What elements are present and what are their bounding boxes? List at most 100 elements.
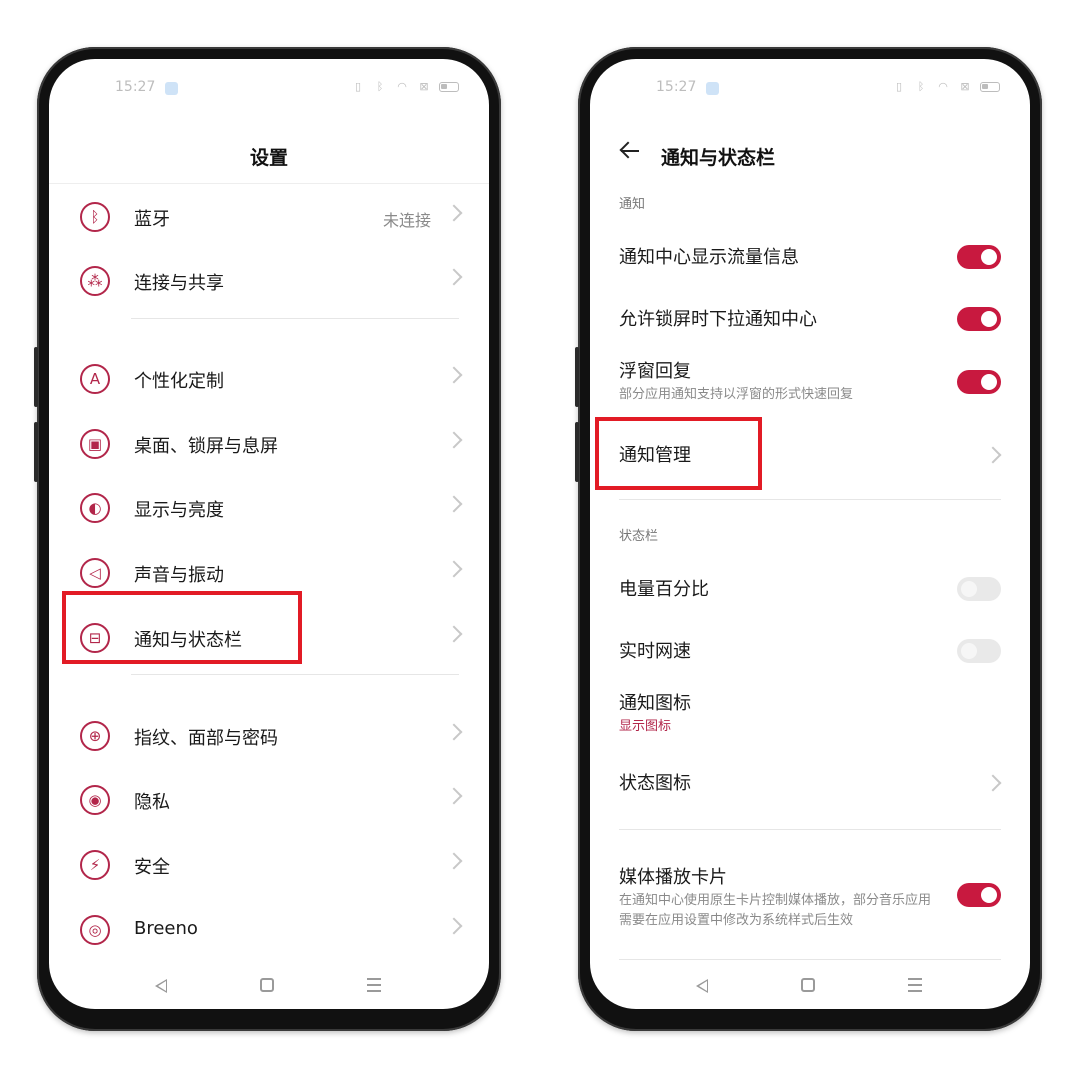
settings-item-label: 个性化定制 <box>134 371 224 392</box>
chevron-right-icon <box>984 446 1002 464</box>
highlight-box-notification-item <box>62 591 302 664</box>
setting-net-speed[interactable]: 实时网速 <box>590 625 1030 677</box>
settings-item-label: 安全 <box>134 857 170 878</box>
wifi-icon: ◠ <box>397 80 407 93</box>
group-divider <box>131 318 459 319</box>
page-title: 设置 <box>249 147 288 169</box>
navigation-bar <box>590 975 1030 999</box>
bluetooth-status-icon: ᛒ <box>376 80 384 93</box>
settings-item-wallpaper[interactable]: ▣ 桌面、锁屏与息屏 <box>49 419 489 471</box>
vibrate-icon: ▯ <box>895 80 903 93</box>
setting-label: 实时网速 <box>619 641 691 662</box>
net-speed-toggle[interactable] <box>957 639 1001 663</box>
nav-back-icon[interactable] <box>696 979 708 993</box>
shield-icon: ⚡ <box>80 850 110 880</box>
lock-icon: ⊕ <box>80 721 110 751</box>
setting-description: 在通知中心使用原生卡片控制媒体播放，部分音乐应用需要在应用设置中修改为系统样式后… <box>619 893 932 928</box>
chevron-right-icon <box>445 268 463 286</box>
chevron-right-icon <box>445 366 463 384</box>
personalize-icon: A <box>80 364 110 394</box>
setting-flow-info[interactable]: 通知中心显示流量信息 <box>590 231 1030 283</box>
volume-button <box>575 347 579 407</box>
chevron-right-icon <box>445 495 463 513</box>
setting-label: 通知中心显示流量信息 <box>619 247 799 268</box>
section-header-notify: 通知 <box>619 197 646 212</box>
chevron-right-icon <box>445 560 463 578</box>
status-bar: 15:27 ▯ ᛒ ◠ ⊠ <box>49 79 489 99</box>
chevron-right-icon <box>984 774 1002 792</box>
section-header-statusbar: 状态栏 <box>619 529 659 544</box>
settings-item-personalize[interactable]: A 个性化定制 <box>49 354 489 406</box>
bluetooth-status-icon: ᛒ <box>917 80 925 93</box>
setting-float-reply[interactable]: 浮窗回复 部分应用通知支持以浮窗的形式快速回复 <box>590 353 1030 417</box>
float-reply-toggle[interactable] <box>957 370 1001 394</box>
chevron-right-icon <box>445 204 463 222</box>
lockscreen-pull-toggle[interactable] <box>957 307 1001 331</box>
nav-home-icon[interactable] <box>260 978 274 992</box>
settings-item-fingerprint[interactable]: ⊕ 指纹、面部与密码 <box>49 711 489 763</box>
navigation-bar <box>49 975 489 999</box>
nav-recents-icon[interactable] <box>367 978 381 992</box>
status-bar: 15:27 ▯ ᛒ ◠ ⊠ <box>590 79 1030 99</box>
battery-icon <box>439 82 459 92</box>
setting-label: 电量百分比 <box>619 579 709 600</box>
flow-info-toggle[interactable] <box>957 245 1001 269</box>
share-icon: ⁂ <box>80 266 110 296</box>
chevron-right-icon <box>445 787 463 805</box>
settings-item-label: 蓝牙 <box>134 209 170 230</box>
sound-icon: ◁ <box>80 558 110 588</box>
wifi-icon: ◠ <box>938 80 948 93</box>
setting-lockscreen-pull[interactable]: 允许锁屏时下拉通知中心 <box>590 293 1030 345</box>
back-arrow-icon[interactable] <box>619 140 641 162</box>
settings-item-security[interactable]: ⚡ 安全 <box>49 840 489 892</box>
section-divider <box>619 499 1001 500</box>
app-notification-icon <box>165 82 178 95</box>
nav-back-icon[interactable] <box>155 979 167 993</box>
setting-battery-percent[interactable]: 电量百分比 <box>590 563 1030 615</box>
phone-left: 15:27 ▯ ᛒ ◠ ⊠ 设置 ᛒ 蓝牙 未连接 ⁂ 连接与共享 A 个性化定… <box>34 47 501 1031</box>
setting-description: 部分应用通知支持以浮窗的形式快速回复 <box>619 387 854 402</box>
privacy-eye-icon: ◉ <box>80 785 110 815</box>
setting-label: 媒体播放卡片 <box>619 867 727 888</box>
setting-status-icon[interactable]: 状态图标 <box>590 757 1030 809</box>
setting-label: 浮窗回复 <box>619 361 691 382</box>
bluetooth-icon: ᛒ <box>80 202 110 232</box>
nav-home-icon[interactable] <box>801 978 815 992</box>
app-notification-icon <box>706 82 719 95</box>
highlight-box-notify-manage <box>595 417 762 490</box>
settings-item-share[interactable]: ⁂ 连接与共享 <box>49 256 489 308</box>
settings-screen: 15:27 ▯ ᛒ ◠ ⊠ 设置 ᛒ 蓝牙 未连接 ⁂ 连接与共享 A 个性化定… <box>49 59 489 1009</box>
settings-item-label: Breeno <box>134 918 198 939</box>
setting-label: 状态图标 <box>619 773 691 794</box>
chevron-right-icon <box>445 431 463 449</box>
settings-item-privacy[interactable]: ◉ 隐私 <box>49 775 489 827</box>
group-divider <box>131 674 459 675</box>
setting-notify-icon[interactable]: 通知图标 显示图标 <box>590 687 1030 747</box>
vibrate-icon: ▯ <box>354 80 362 93</box>
settings-item-label: 隐私 <box>134 792 170 813</box>
setting-label: 允许锁屏时下拉通知中心 <box>619 309 817 330</box>
status-time: 15:27 <box>656 79 697 95</box>
wallpaper-icon: ▣ <box>80 429 110 459</box>
chevron-right-icon <box>445 917 463 935</box>
page-title: 通知与状态栏 <box>661 147 776 169</box>
no-sim-icon: ⊠ <box>960 80 970 93</box>
nav-recents-icon[interactable] <box>908 978 922 992</box>
battery-percent-toggle[interactable] <box>957 577 1001 601</box>
settings-item-bluetooth[interactable]: ᛒ 蓝牙 未连接 <box>49 192 489 244</box>
setting-media-card[interactable]: 媒体播放卡片 在通知中心使用原生卡片控制媒体播放，部分音乐应用需要在应用设置中修… <box>590 857 1030 937</box>
chevron-right-icon <box>445 723 463 741</box>
bluetooth-status-value: 未连接 <box>382 211 431 230</box>
settings-item-label: 声音与振动 <box>134 565 224 586</box>
chevron-right-icon <box>445 852 463 870</box>
setting-label: 通知图标 <box>619 693 691 714</box>
section-divider <box>619 959 1001 960</box>
media-card-toggle[interactable] <box>957 883 1001 907</box>
setting-current-value: 显示图标 <box>619 719 672 734</box>
settings-item-label: 连接与共享 <box>134 273 224 294</box>
settings-item-display[interactable]: ◐ 显示与亮度 <box>49 483 489 535</box>
breeno-icon: ◎ <box>80 915 110 945</box>
settings-item-breeno[interactable]: ◎ Breeno <box>49 905 489 957</box>
no-sim-icon: ⊠ <box>419 80 429 93</box>
phone-right: 15:27 ▯ ᛒ ◠ ⊠ 通知与状态栏 通知 通知中心显示流量信息 允许锁屏时… <box>575 47 1042 1031</box>
